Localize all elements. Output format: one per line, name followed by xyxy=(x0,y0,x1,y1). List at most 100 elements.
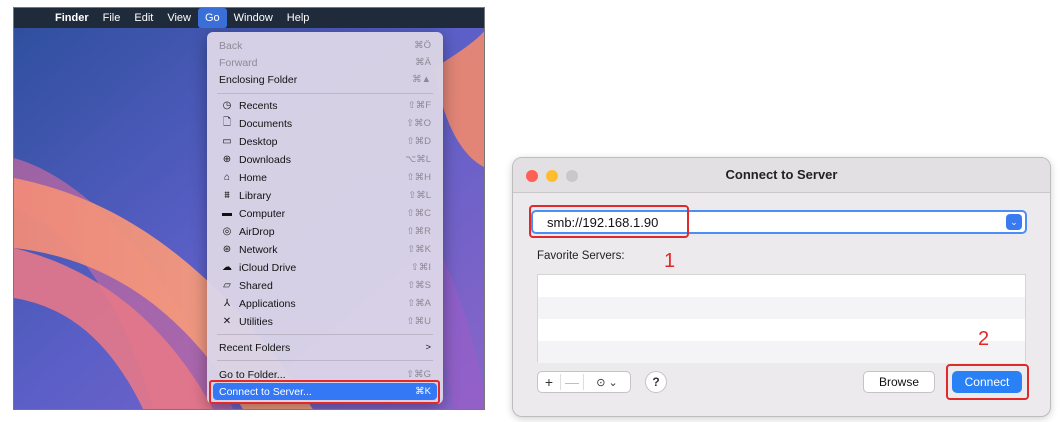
menu-bar: Finder File Edit View Go Window Help xyxy=(14,8,484,28)
annotation-highlight-address xyxy=(529,205,689,238)
browse-button[interactable]: Browse xyxy=(863,371,935,393)
menu-item-label: Forward xyxy=(219,56,258,69)
menu-item-computer[interactable]: ▬ Computer ⇧⌘C xyxy=(213,205,437,222)
dialog-title: Connect to Server xyxy=(725,167,838,182)
menu-item-label: Library xyxy=(239,189,272,202)
menu-item-shortcut: ⇧⌘F xyxy=(407,100,431,111)
menu-item-shortcut: ⇧⌘H xyxy=(406,172,431,183)
menu-item-label: Network xyxy=(239,243,278,256)
annotation-step-2: 2 xyxy=(978,328,990,350)
menu-item-label: Shared xyxy=(239,279,273,292)
favorite-servers-list[interactable] xyxy=(537,274,1026,363)
menu-separator xyxy=(217,334,433,335)
menubar-item-go[interactable]: Go xyxy=(197,8,227,28)
home-icon: ⌂ xyxy=(223,172,231,183)
options-menu-button[interactable]: ⊙ ⌄ xyxy=(584,376,630,389)
menu-item-shortcut: ⌘Ö xyxy=(414,40,431,51)
menu-item-label: Go to Folder... xyxy=(219,368,286,381)
menu-item-recents[interactable]: ◷ Recents ⇧⌘F xyxy=(213,97,437,114)
menu-item-label: Desktop xyxy=(239,135,278,148)
favorite-servers-label: Favorite Servers: xyxy=(537,250,625,262)
menu-item-desktop[interactable]: ▭ Desktop ⇧⌘D xyxy=(213,133,437,150)
menu-item-label: Utilities xyxy=(239,315,273,328)
list-item[interactable] xyxy=(538,341,1025,363)
menu-item-airdrop[interactable]: ◎ AirDrop ⇧⌘R xyxy=(213,223,437,240)
help-button[interactable]: ? xyxy=(645,371,667,393)
airdrop-icon: ◎ xyxy=(222,226,232,237)
menu-item-documents[interactable]: 🗋 Documents ⇧⌘O xyxy=(213,115,437,132)
menu-item-shortcut: ⇧⌘C xyxy=(406,208,431,219)
menu-item-shortcut: ⇧⌘U xyxy=(406,316,431,327)
menu-item-library[interactable]: ⩩ Library ⇧⌘L xyxy=(213,187,437,204)
menu-item-label: iCloud Drive xyxy=(239,261,297,274)
utilities-icon: ✕ xyxy=(222,316,232,327)
menu-item-shortcut: ⇧⌘D xyxy=(406,136,431,147)
menu-item-utilities[interactable]: ✕ Utilities ⇧⌘U xyxy=(213,313,437,330)
menu-item-shortcut: ⇧⌘O xyxy=(406,118,431,129)
menu-item-label: Applications xyxy=(239,297,296,310)
menubar-item-finder[interactable]: Finder xyxy=(48,8,96,28)
shared-folder-icon: ▱ xyxy=(223,280,231,291)
menu-item-label: Home xyxy=(239,171,268,184)
menubar-item-edit[interactable]: Edit xyxy=(127,8,160,28)
list-item[interactable] xyxy=(538,297,1025,319)
chevron-down-icon[interactable]: ⌄ xyxy=(1006,214,1022,230)
desktop-icon: ▭ xyxy=(222,136,232,147)
applications-icon: ⅄ xyxy=(223,298,231,309)
list-item[interactable] xyxy=(538,319,1025,341)
menu-item-network[interactable]: ⊛ Network ⇧⌘K xyxy=(213,241,437,258)
menubar-item-file[interactable]: File xyxy=(96,8,128,28)
menu-separator xyxy=(217,93,433,94)
menu-item-shortcut: ⇧⌘A xyxy=(407,298,431,309)
menu-item-applications[interactable]: ⅄ Applications ⇧⌘A xyxy=(213,295,437,312)
macos-desktop-screenshot: Finder File Edit View Go Window Help Bac… xyxy=(13,7,485,410)
menu-item-shortcut: ⇧⌘L xyxy=(408,190,431,201)
menu-item-shortcut: ⌥⌘L xyxy=(405,154,431,165)
favorites-toolbar: + — ⊙ ⌄ xyxy=(537,371,631,393)
menu-item-downloads[interactable]: ⊕ Downloads ⌥⌘L xyxy=(213,151,437,168)
annotation-highlight-connect-button xyxy=(946,364,1029,400)
annotation-highlight-connect-menu-item xyxy=(209,380,440,404)
cloud-icon: ☁ xyxy=(222,262,232,273)
annotation-step-1: 1 xyxy=(664,250,676,272)
menu-item-shortcut: ⇧⌘K xyxy=(407,244,431,255)
submenu-chevron-icon: > xyxy=(425,342,431,353)
connect-to-server-dialog: Connect to Server smb://192.168.1.90 ⌄ F… xyxy=(512,157,1051,417)
library-icon: ⩩ xyxy=(224,190,230,201)
menubar-item-view[interactable]: View xyxy=(160,8,198,28)
menu-separator xyxy=(217,360,433,361)
menu-item-home[interactable]: ⌂ Home ⇧⌘H xyxy=(213,169,437,186)
menu-item-label: Back xyxy=(219,39,243,52)
menu-item-shared[interactable]: ▱ Shared ⇧⌘S xyxy=(213,277,437,294)
menu-item-icloud-drive[interactable]: ☁ iCloud Drive ⇧⌘I xyxy=(213,259,437,276)
menu-item-shortcut: ⌘▲ xyxy=(412,74,431,85)
add-favorite-button[interactable]: + xyxy=(538,374,560,390)
remove-favorite-button[interactable]: — xyxy=(560,374,584,390)
computer-icon: ▬ xyxy=(222,208,232,219)
menu-item-label: Recent Folders xyxy=(219,341,291,354)
menu-item-label: Enclosing Folder xyxy=(219,73,298,86)
dialog-titlebar: Connect to Server xyxy=(513,158,1050,193)
menu-item-forward[interactable]: Forward ⌘Ä xyxy=(213,54,437,71)
menu-item-shortcut: ⇧⌘I xyxy=(410,262,431,273)
clock-icon: ◷ xyxy=(222,100,232,111)
download-icon: ⊕ xyxy=(222,154,232,165)
network-icon: ⊛ xyxy=(222,244,232,255)
menu-item-recent-folders[interactable]: Recent Folders > xyxy=(213,339,437,356)
menu-item-label: Recents xyxy=(239,99,278,112)
menu-item-enclosing-folder[interactable]: Enclosing Folder ⌘▲ xyxy=(213,71,437,88)
menu-item-back[interactable]: Back ⌘Ö xyxy=(213,37,437,54)
menu-item-label: Downloads xyxy=(239,153,291,166)
menu-item-shortcut: ⇧⌘G xyxy=(406,369,431,380)
menu-item-shortcut: ⇧⌘S xyxy=(407,280,431,291)
menu-item-shortcut: ⇧⌘R xyxy=(406,226,431,237)
document-icon: 🗋 xyxy=(222,117,232,128)
menu-item-label: Computer xyxy=(239,207,286,220)
go-menu: Back ⌘Ö Forward ⌘Ä Enclosing Folder ⌘▲ ◷… xyxy=(207,32,443,404)
menu-item-label: AirDrop xyxy=(239,225,275,238)
list-item[interactable] xyxy=(538,275,1025,297)
menubar-item-window[interactable]: Window xyxy=(227,8,280,28)
menu-item-shortcut: ⌘Ä xyxy=(415,57,431,68)
menubar-item-help[interactable]: Help xyxy=(280,8,317,28)
menu-item-label: Documents xyxy=(239,117,293,130)
